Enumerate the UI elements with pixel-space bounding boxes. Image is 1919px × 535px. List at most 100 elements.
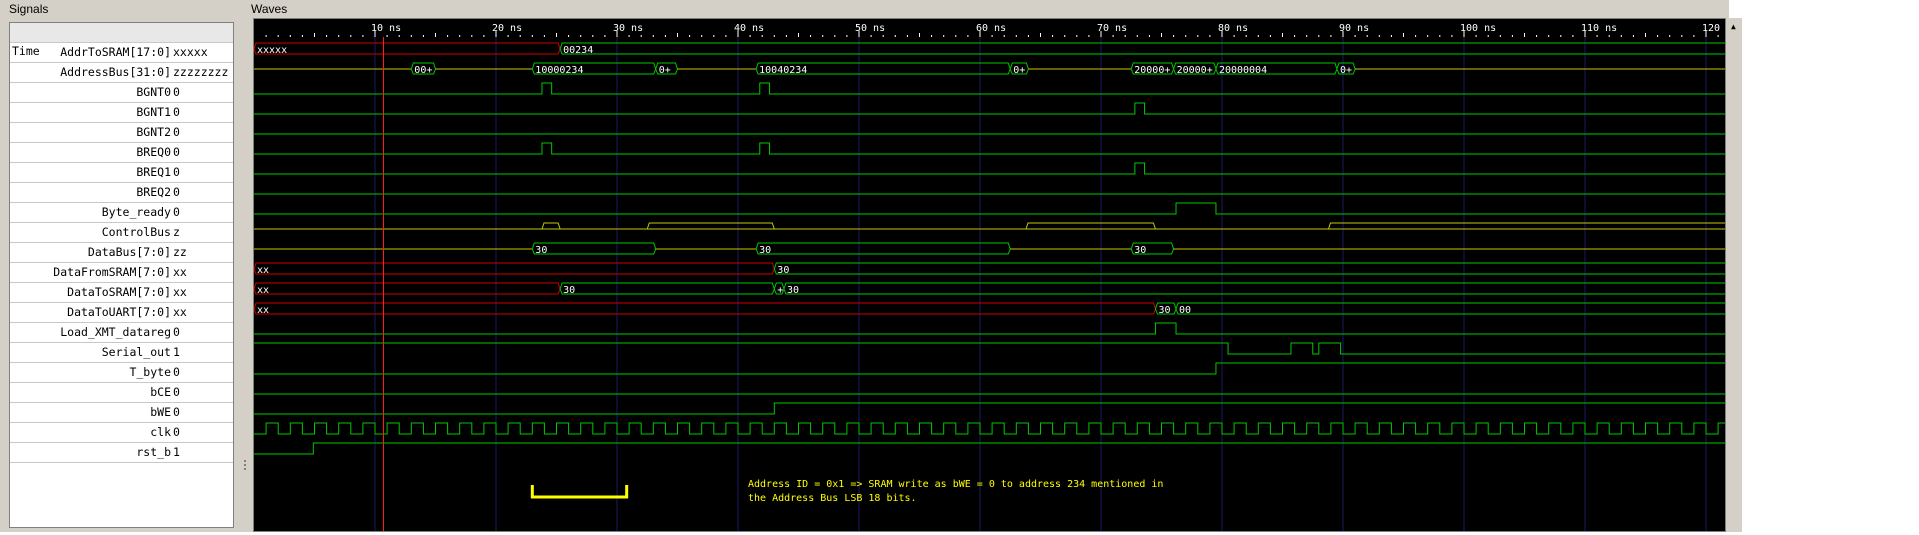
bus-segment [783,282,1755,295]
signal-name: Byte_ready [101,205,171,219]
signal-value: z [173,225,180,239]
waveform-canvas[interactable]: 10 ns 20 ns 30 ns 40 ns 50 ns 60 ns 70 ns 80 ns… [253,19,1755,531]
signal-name: DataFromSRAM[7:0] [53,265,171,279]
bus-segment [755,242,1011,255]
bus-value: xx [257,265,269,276]
bus-value: 00 [1179,305,1191,316]
signals-panel-title: Signals [8,2,50,16]
control-pulse [646,222,775,230]
signal-name: AddrToSRAM[17:0] [60,45,171,59]
bus-value: 20000+ [1177,65,1213,76]
signal-name: BREQ1 [136,165,171,179]
signal-name: bWE [150,405,171,419]
digital-wave [254,322,1755,335]
signal-name: T_byte [129,365,171,379]
signal-row[interactable]: Load_XMT_datareg 0 [10,323,233,343]
signal-name: DataToUART[7:0] [67,305,171,319]
bus-value: 0+ [1013,65,1025,76]
signal-name: rst_b [136,445,171,459]
bus-value: 30 [535,245,547,256]
control-pulse [1328,222,1755,230]
signal-row[interactable]: AddressBus[31:0] zzzzzzzz [10,63,233,83]
signal-row[interactable]: DataFromSRAM[7:0] xx [10,263,233,283]
bus-value: + [777,285,783,296]
bus-segment [559,42,1755,55]
signal-row[interactable]: clk 0 [10,423,233,443]
tick-label: 60 ns [976,23,1006,34]
signal-value: 1 [173,445,180,459]
signal-row[interactable]: Serial_out 1 [10,343,233,363]
bus-value: xx [257,305,269,316]
bus-value: 30 [787,285,799,296]
signal-value: 0 [173,125,180,139]
signal-value: 0 [173,365,180,379]
bus-value: 30 [777,265,789,276]
signal-value: 0 [173,105,180,119]
bus-value: 0+ [659,65,671,76]
signal-value: 0 [173,85,180,99]
signal-row[interactable]: DataToUART[7:0] xx [10,303,233,323]
signal-row[interactable]: BREQ1 0 [10,163,233,183]
signal-value: 0 [173,425,180,439]
signal-row[interactable]: bWE 0 [10,403,233,423]
bus-segment [1175,302,1755,315]
digital-wave [254,402,1755,415]
vertical-scrollbar[interactable]: ▲ [1728,18,1742,532]
signal-name: DataToSRAM[7:0] [67,285,171,299]
bus-value: xx [257,285,269,296]
signal-row[interactable]: BREQ2 0 [10,183,233,203]
signal-row[interactable]: rst_b 1 [10,443,233,463]
signal-name: bCE [150,385,171,399]
signal-row[interactable]: BGNT2 0 [10,123,233,143]
signal-value: 0 [173,405,180,419]
bus-value: 0+ [1340,65,1352,76]
signal-row[interactable]: Byte_ready 0 [10,203,233,223]
signal-value: 0 [173,325,180,339]
signal-row[interactable]: bCE 0 [10,383,233,403]
waveform-view[interactable]: 10 ns 20 ns 30 ns 40 ns 50 ns 60 ns 70 ns 80 ns… [253,18,1755,532]
bus-value: 30 [563,285,575,296]
signal-name: clk [150,425,171,439]
signal-name: Serial_out [101,345,171,359]
signal-name: BGNT0 [136,85,171,99]
tick-label: 70 ns [1097,23,1127,34]
signal-name: BREQ2 [136,185,171,199]
digital-wave [254,82,1755,95]
signal-row[interactable]: ControlBus z [10,223,233,243]
digital-wave [254,422,1755,435]
signal-value: 0 [173,185,180,199]
bus-value: xxxxx [257,45,287,56]
panel-splitter[interactable] [241,0,249,532]
digital-wave [254,162,1755,175]
signal-row[interactable]: DataBus[7:0] zz [10,243,233,263]
annotation-bracket [530,485,629,499]
tick-label: 110 ns [1581,23,1617,34]
signal-row[interactable]: BGNT1 0 [10,103,233,123]
signal-name: BGNT2 [136,125,171,139]
signal-row[interactable]: DataToSRAM[7:0] xx [10,283,233,303]
signal-name: DataBus[7:0] [87,245,171,259]
bus-value: 30 [759,245,771,256]
control-pulse [541,222,561,230]
bus-value: 10000234 [535,65,583,76]
digital-wave [254,142,1755,155]
signal-value: 0 [173,145,180,159]
signal-value: xx [173,285,187,299]
signal-row[interactable]: BGNT0 0 [10,83,233,103]
signal-row[interactable]: AddrToSRAM[17:0] xxxxx [10,43,233,63]
signal-name: AddressBus[31:0] [60,65,171,79]
signal-row[interactable]: BREQ0 0 [10,143,233,163]
scroll-up-arrow-icon[interactable]: ▲ [1731,22,1736,31]
bus-segment [253,282,561,295]
tick-label: 90 ns [1339,23,1369,34]
tick-label: 10 ns [371,23,401,34]
signal-row[interactable]: T_byte 0 [10,363,233,383]
signal-value: 0 [173,385,180,399]
signals-list[interactable]: Time AddrToSRAM[17:0] xxxxx AddressBus[31:… [9,22,234,528]
signal-value: xx [173,305,187,319]
time-header: Time [10,23,233,58]
digital-wave [254,362,1755,375]
signal-name: ControlBus [101,225,171,239]
bus-segment [253,302,1156,315]
bus-segment [773,262,1755,275]
